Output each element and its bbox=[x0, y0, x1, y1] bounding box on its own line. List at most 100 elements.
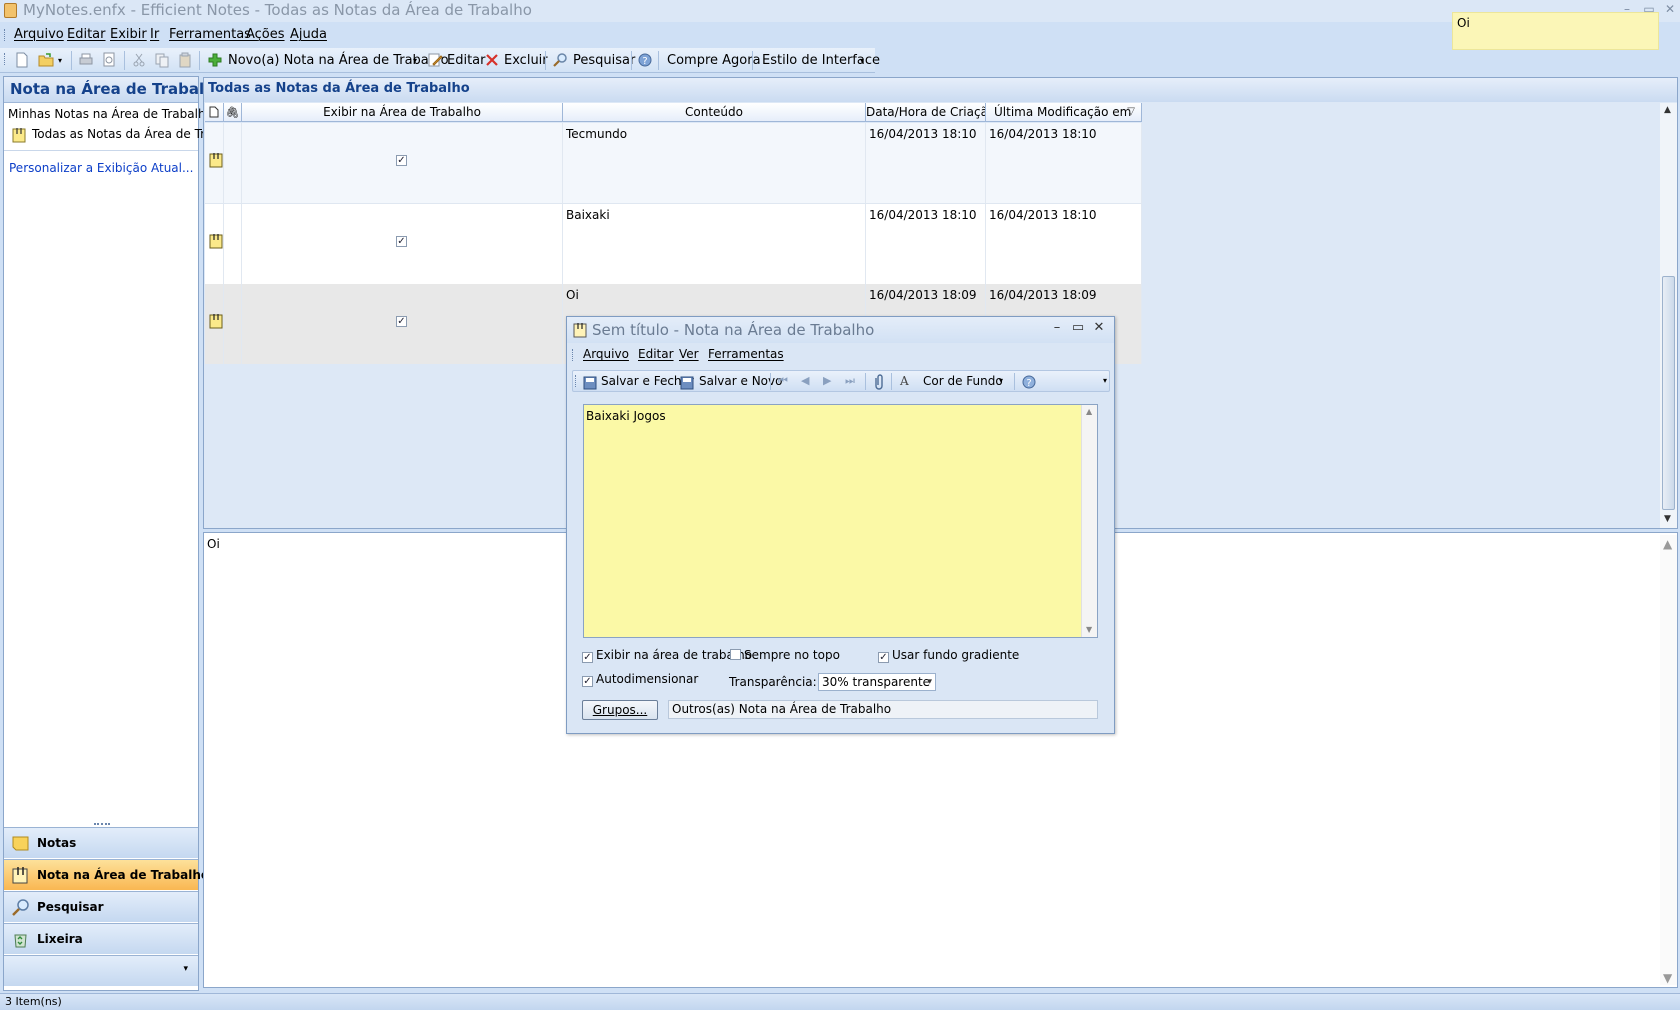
menu-acoes[interactable]: Ações bbox=[246, 27, 285, 42]
desktop-note-icon bbox=[209, 314, 223, 329]
scroll-up-arrow[interactable]: ▲ bbox=[1086, 407, 1092, 416]
dialog-menu-arquivo[interactable]: Arquivo bbox=[583, 347, 629, 361]
option-gradient-background[interactable]: ✓ Usar fundo gradiente bbox=[878, 648, 1019, 663]
column-header-attachment[interactable]: 🖇︎ bbox=[224, 103, 242, 122]
scroll-down-arrow[interactable]: ▼ bbox=[1663, 971, 1672, 985]
pane-splitter-handle[interactable] bbox=[94, 823, 110, 826]
save-close-icon[interactable] bbox=[582, 374, 598, 390]
buy-now-button[interactable]: Compre Agora bbox=[667, 51, 761, 70]
dialog-close-button[interactable]: ✕ bbox=[1089, 320, 1109, 338]
new-note-dropdown-arrow[interactable]: ▾ bbox=[413, 51, 417, 70]
scroll-up-arrow[interactable]: ▲ bbox=[1664, 105, 1671, 115]
menu-editar[interactable]: Editar bbox=[67, 27, 106, 42]
show-on-desktop-checkbox[interactable]: ✓ bbox=[396, 316, 407, 327]
nav-button-recycle-bin[interactable]: Lixeira bbox=[4, 923, 198, 954]
attachment-icon[interactable] bbox=[872, 374, 886, 390]
nav-button-search[interactable]: Pesquisar bbox=[4, 891, 198, 922]
dialog-maximize-button[interactable]: ▭ bbox=[1068, 320, 1088, 338]
show-on-desktop-checkbox[interactable]: ✓ bbox=[582, 652, 593, 663]
open-folder-icon[interactable] bbox=[38, 52, 54, 68]
dialog-menu-ver[interactable]: Ver bbox=[679, 347, 699, 361]
toolbar-separator bbox=[631, 51, 632, 70]
dialog-title-bar[interactable]: Sem título - Nota na Área de Trabalho – … bbox=[567, 317, 1114, 343]
tree-item-all-desktop-notes[interactable]: Todas as Notas da Área de Trab bbox=[4, 123, 220, 147]
option-show-on-desktop[interactable]: ✓ Exibir na área de trabalho bbox=[582, 648, 752, 663]
search-icon[interactable] bbox=[552, 52, 568, 68]
paste-icon[interactable] bbox=[177, 52, 193, 68]
previous-note-icon[interactable]: ◀ bbox=[801, 373, 809, 389]
print-icon[interactable] bbox=[78, 52, 94, 68]
option-auto-size[interactable]: ✓ Autodimensionar bbox=[582, 672, 698, 687]
open-dropdown-arrow[interactable]: ▾ bbox=[58, 51, 62, 70]
nav-button-notes[interactable]: Notas bbox=[4, 827, 198, 858]
dialog-menu-ferramentas[interactable]: Ferramentas bbox=[708, 347, 784, 361]
close-button[interactable]: ✕ bbox=[1659, 0, 1680, 18]
toolbar-overflow-icon[interactable]: ▾ bbox=[1103, 376, 1107, 385]
show-on-desktop-checkbox[interactable]: ✓ bbox=[396, 155, 407, 166]
table-row[interactable]: ✓ Tecmundo 16/04/2013 18:10 16/04/2013 1… bbox=[205, 123, 1142, 203]
menu-ferramentas[interactable]: Ferramentas bbox=[169, 27, 251, 42]
last-note-icon[interactable]: ⏭ bbox=[845, 373, 855, 389]
scroll-up-arrow[interactable]: ▲ bbox=[1663, 537, 1672, 551]
column-header-created[interactable]: Data/Hora de Criação bbox=[866, 103, 986, 122]
editor-vertical-scrollbar[interactable]: ▲ ▼ bbox=[1081, 405, 1097, 637]
next-note-icon[interactable]: ▶ bbox=[823, 373, 831, 389]
dialog-menu-editar[interactable]: Editar bbox=[638, 347, 674, 361]
auto-size-checkbox[interactable]: ✓ bbox=[582, 676, 593, 687]
cut-icon[interactable] bbox=[131, 52, 147, 68]
scrollbar-thumb[interactable] bbox=[1662, 276, 1675, 510]
grid-vertical-scrollbar[interactable]: ▲ ▼ bbox=[1660, 103, 1677, 528]
column-header-content[interactable]: Conteúdo bbox=[563, 103, 866, 122]
notes-icon bbox=[12, 836, 29, 851]
customize-view-link[interactable]: Personalizar a Exibição Atual... bbox=[9, 161, 193, 175]
scroll-down-arrow[interactable]: ▼ bbox=[1086, 625, 1092, 634]
save-new-icon[interactable] bbox=[679, 374, 695, 390]
edit-button[interactable]: Editar bbox=[447, 51, 486, 70]
print-preview-icon[interactable] bbox=[101, 52, 117, 68]
groups-button[interactable]: Grupos... bbox=[582, 700, 658, 720]
grid-header: Todas as Notas da Área de Trabalho bbox=[204, 78, 1677, 102]
always-on-top-checkbox[interactable] bbox=[730, 649, 741, 660]
interface-style-dropdown-arrow[interactable]: ▾ bbox=[860, 51, 864, 70]
gradient-background-checkbox[interactable]: ✓ bbox=[878, 652, 889, 663]
preview-vertical-scrollbar[interactable]: ▲ ▼ bbox=[1660, 535, 1677, 985]
column-header-show-on-desktop[interactable]: Exibir na Área de Trabalho bbox=[242, 103, 563, 122]
background-color-dropdown-arrow[interactable]: ▾ bbox=[999, 373, 1003, 389]
transparency-select[interactable]: 30% transparente ▾ bbox=[818, 673, 936, 691]
desktop-note-icon bbox=[12, 867, 28, 884]
help-icon[interactable]: ? bbox=[1021, 374, 1037, 390]
attachment-cell bbox=[224, 123, 242, 203]
attachment-cell bbox=[224, 284, 242, 364]
scroll-down-arrow[interactable]: ▼ bbox=[1664, 514, 1671, 524]
edit-icon[interactable] bbox=[427, 52, 443, 68]
column-header-note-type[interactable] bbox=[205, 103, 224, 122]
add-icon[interactable] bbox=[207, 52, 223, 68]
first-note-icon[interactable]: ⏮ bbox=[778, 373, 788, 389]
delete-button[interactable]: Excluir bbox=[504, 51, 548, 70]
copy-icon[interactable] bbox=[154, 52, 170, 68]
note-text-editor[interactable]: Baixaki Jogos ▲ ▼ bbox=[583, 404, 1098, 638]
desktop-sticky-note[interactable]: Oi bbox=[1452, 12, 1659, 50]
search-button[interactable]: Pesquisar bbox=[573, 51, 635, 70]
menu-ir[interactable]: Ir bbox=[150, 27, 159, 42]
menu-exibir[interactable]: Exibir bbox=[110, 27, 147, 42]
table-row[interactable]: ✓ Baixaki 16/04/2013 18:10 16/04/2013 18… bbox=[205, 204, 1142, 284]
nav-button-desktop-note[interactable]: Nota na Área de Trabalho bbox=[4, 859, 209, 890]
filter-icon[interactable]: ▽ bbox=[1127, 103, 1135, 121]
grid-title: Todas as Notas da Área de Trabalho bbox=[208, 81, 470, 96]
show-on-desktop-checkbox[interactable]: ✓ bbox=[396, 236, 407, 247]
new-document-icon[interactable] bbox=[14, 52, 30, 68]
font-icon[interactable]: A bbox=[900, 373, 909, 389]
nav-pane-more-button[interactable]: ▾ bbox=[4, 955, 198, 986]
tree-root-item[interactable]: Minhas Notas na Área de Trabalho bbox=[8, 107, 213, 121]
dialog-minimize-button[interactable]: – bbox=[1047, 320, 1067, 338]
column-header-modified[interactable]: Última Modificação em ▽ bbox=[986, 103, 1142, 122]
background-color-button[interactable]: Cor de Fundo bbox=[923, 373, 1003, 389]
menu-arquivo[interactable]: Arquivo bbox=[14, 27, 64, 42]
option-always-on-top[interactable]: Sempre no topo bbox=[730, 648, 840, 662]
menu-ajuda[interactable]: Ajuda bbox=[290, 27, 327, 42]
created-text: 16/04/2013 18:10 bbox=[869, 208, 977, 222]
status-bar: 3 Item(ns) bbox=[0, 993, 1680, 1010]
help-icon[interactable]: ? bbox=[637, 52, 653, 68]
delete-icon[interactable] bbox=[484, 52, 500, 68]
